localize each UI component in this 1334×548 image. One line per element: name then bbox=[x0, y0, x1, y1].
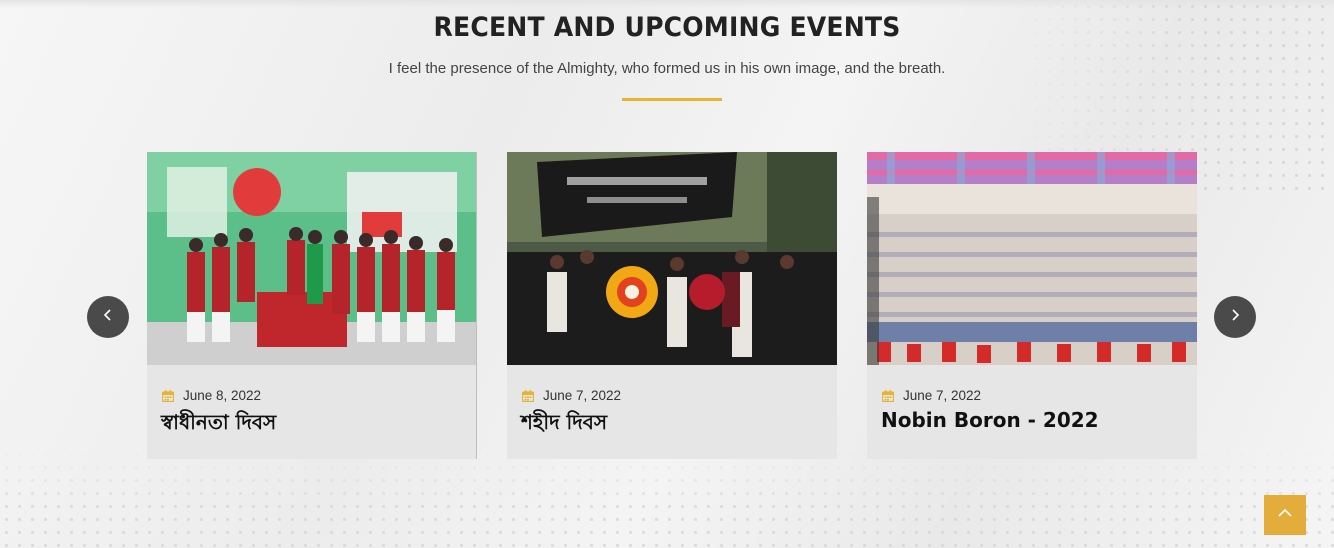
event-photo-nobin-boron[interactable] bbox=[867, 152, 1197, 365]
event-photo-martyrs-day[interactable] bbox=[507, 152, 837, 365]
event-title-link[interactable]: স্বাধীনতা দিবস bbox=[161, 408, 276, 441]
carousel-prev-button[interactable] bbox=[87, 296, 129, 338]
chevron-up-icon bbox=[1277, 506, 1293, 524]
top-shadow bbox=[0, 0, 1334, 8]
dot-pattern-decoration bbox=[0, 448, 1334, 548]
event-title-link[interactable]: Nobin Boron - 2022 bbox=[881, 408, 1099, 432]
event-card[interactable]: June 7, 2022 শহীদ দিবস bbox=[507, 152, 837, 459]
event-card[interactable]: June 8, 2022 স্বাধীনতা দিবস bbox=[147, 152, 477, 459]
event-date: June 7, 2022 bbox=[521, 388, 622, 403]
event-title-link[interactable]: শহীদ দিবস bbox=[521, 408, 607, 441]
event-date-text: June 8, 2022 bbox=[183, 388, 262, 403]
scroll-to-top-button[interactable] bbox=[1264, 495, 1306, 535]
event-photo-independence-day[interactable] bbox=[147, 152, 476, 365]
calendar-icon bbox=[881, 389, 895, 402]
calendar-icon bbox=[521, 389, 535, 402]
carousel-next-button[interactable] bbox=[1214, 296, 1256, 338]
event-date-text: June 7, 2022 bbox=[903, 388, 982, 403]
event-date: June 8, 2022 bbox=[161, 388, 262, 403]
calendar-icon bbox=[161, 389, 175, 402]
event-date-text: June 7, 2022 bbox=[543, 388, 622, 403]
section-title: RECENT AND UPCOMING EVENTS bbox=[433, 12, 901, 43]
section-subtitle: I feel the presence of the Almighty, who… bbox=[388, 60, 946, 77]
title-underline bbox=[622, 98, 722, 101]
chevron-right-icon bbox=[1228, 308, 1242, 327]
chevron-left-icon bbox=[101, 308, 115, 327]
event-date: June 7, 2022 bbox=[881, 388, 982, 403]
event-card[interactable]: June 7, 2022 Nobin Boron - 2022 bbox=[867, 152, 1197, 459]
